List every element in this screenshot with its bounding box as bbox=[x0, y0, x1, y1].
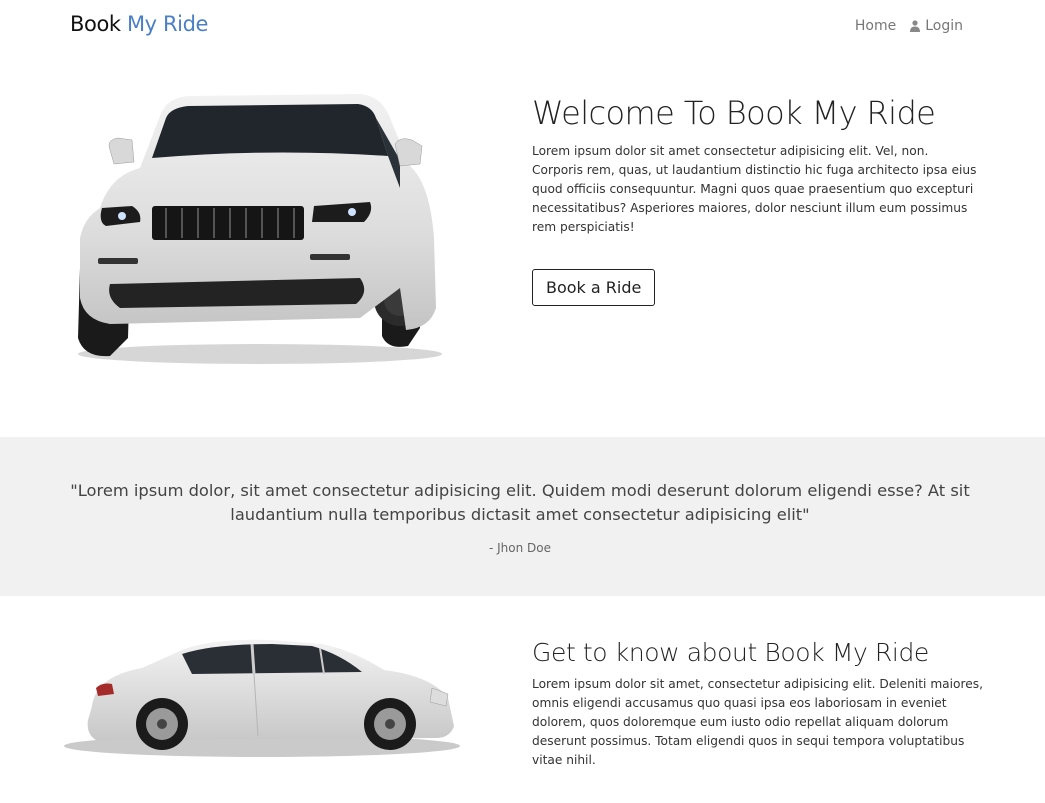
user-icon bbox=[910, 20, 921, 32]
testimonial-quote: "Lorem ipsum dolor, sit amet consectetur… bbox=[70, 481, 970, 524]
nav-home-label: Home bbox=[854, 18, 897, 34]
brand-text-accent: My Ride bbox=[126, 12, 209, 36]
about-title: Get to know about Book My Ride bbox=[532, 638, 929, 667]
hero-text: Welcome To Book My Ride Lorem ipsum dolo… bbox=[532, 94, 982, 306]
testimonial-author: - Jhon Doe bbox=[488, 541, 551, 555]
testimonial-section: "Lorem ipsum dolor, sit amet consectetur… bbox=[0, 437, 1045, 596]
hero-description: Lorem ipsum dolor sit amet consectetur a… bbox=[532, 144, 977, 234]
brand-logo[interactable]: Book My Ride bbox=[70, 12, 208, 36]
nav-login-label: Login bbox=[925, 18, 963, 34]
hero-title: Welcome To Book My Ride bbox=[532, 94, 936, 132]
navbar: Book My Ride Home Login bbox=[0, 0, 1045, 56]
hero-suv-image bbox=[78, 94, 442, 364]
about-sedan-image bbox=[64, 639, 460, 757]
about-description: Lorem ipsum dolor sit amet, consectetur … bbox=[532, 677, 983, 767]
nav-home-link[interactable]: Home bbox=[855, 18, 896, 34]
nav-links: Home Login bbox=[855, 18, 963, 34]
nav-login-link[interactable]: Login bbox=[910, 18, 963, 34]
about-text: Get to know about Book My Ride Lorem ips… bbox=[532, 638, 987, 770]
book-ride-button[interactable]: Book a Ride bbox=[532, 269, 656, 306]
brand-text-main: Book bbox=[70, 12, 121, 36]
